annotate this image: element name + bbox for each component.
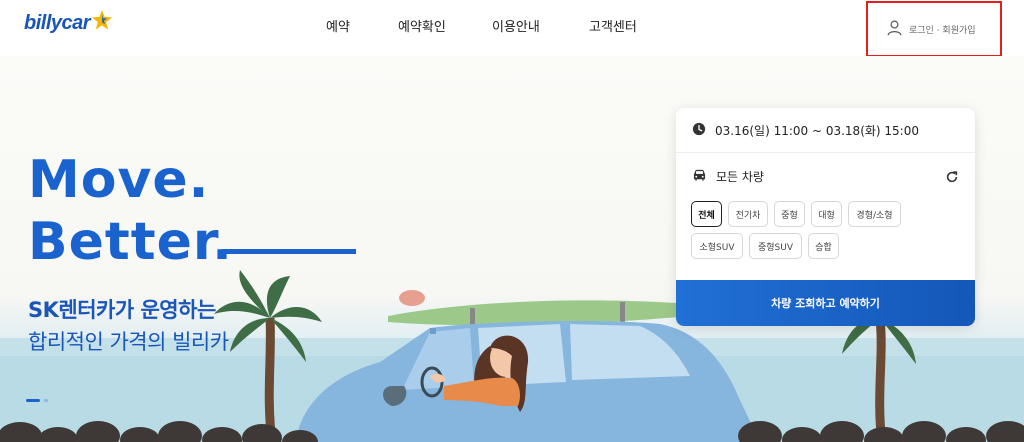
nav-reservation[interactable]: 예약 [326, 16, 350, 35]
chip-mid-suv[interactable]: 중형SUV [749, 233, 802, 259]
clock-icon [692, 121, 706, 140]
chip-compact[interactable]: 경형/소형 [848, 201, 901, 227]
vehicle-filter-label: 모든 차량 [716, 169, 764, 184]
slide-dot-2[interactable] [44, 399, 48, 402]
chip-van[interactable]: 승합 [808, 233, 839, 259]
nav-usage-guide[interactable]: 이용안내 [492, 16, 540, 35]
nav-reservation-check[interactable]: 예약확인 [398, 16, 446, 35]
hero-subtitle-1: SK렌터카가 운영하는 [28, 298, 216, 322]
chip-electric[interactable]: 전기차 [728, 201, 768, 227]
search-reserve-button[interactable]: 차량 조회하고 예약하기 [676, 280, 975, 326]
car-icon [692, 167, 707, 186]
billycar-logo[interactable]: billycar [24, 9, 113, 35]
refresh-icon[interactable] [945, 169, 959, 188]
surfboard [388, 290, 698, 326]
slide-indicator [26, 399, 48, 402]
slide-dot-1[interactable] [26, 399, 40, 402]
date-range-selector[interactable]: 03.16(일) 11:00 ~ 03.18(화) 15:00 [676, 108, 975, 153]
chip-small-suv[interactable]: 소형SUV [691, 233, 743, 259]
hero-headline-move: Move. [28, 150, 210, 210]
nav-customer-center[interactable]: 고객센터 [589, 16, 637, 35]
chip-all[interactable]: 전체 [691, 201, 722, 227]
vehicle-filter-row: 모든 차량 [676, 159, 975, 193]
hero-headline-better: Better. [28, 212, 233, 272]
date-range-text: 03.16(일) 11:00 ~ 03.18(화) 15:00 [715, 123, 919, 138]
booking-card: 03.16(일) 11:00 ~ 03.18(화) 15:00 모든 차량 전체… [676, 108, 975, 326]
login-signup-link[interactable]: 로그인 · 회원가입 [866, 1, 1002, 57]
site-header: billycar 예약 예약확인 이용안내 고객센터 로그인 · 회원가입 [0, 0, 1024, 57]
headline-underline [222, 249, 356, 254]
login-signup-label: 로그인 · 회원가입 [909, 25, 976, 36]
logo-text: billycar [24, 12, 91, 34]
hero-subtitle-2: 합리적인 가격의 빌리카 [28, 330, 229, 354]
star-icon [91, 9, 113, 35]
user-icon [886, 19, 903, 40]
chip-midsize[interactable]: 중형 [774, 201, 805, 227]
chip-large[interactable]: 대형 [811, 201, 842, 227]
